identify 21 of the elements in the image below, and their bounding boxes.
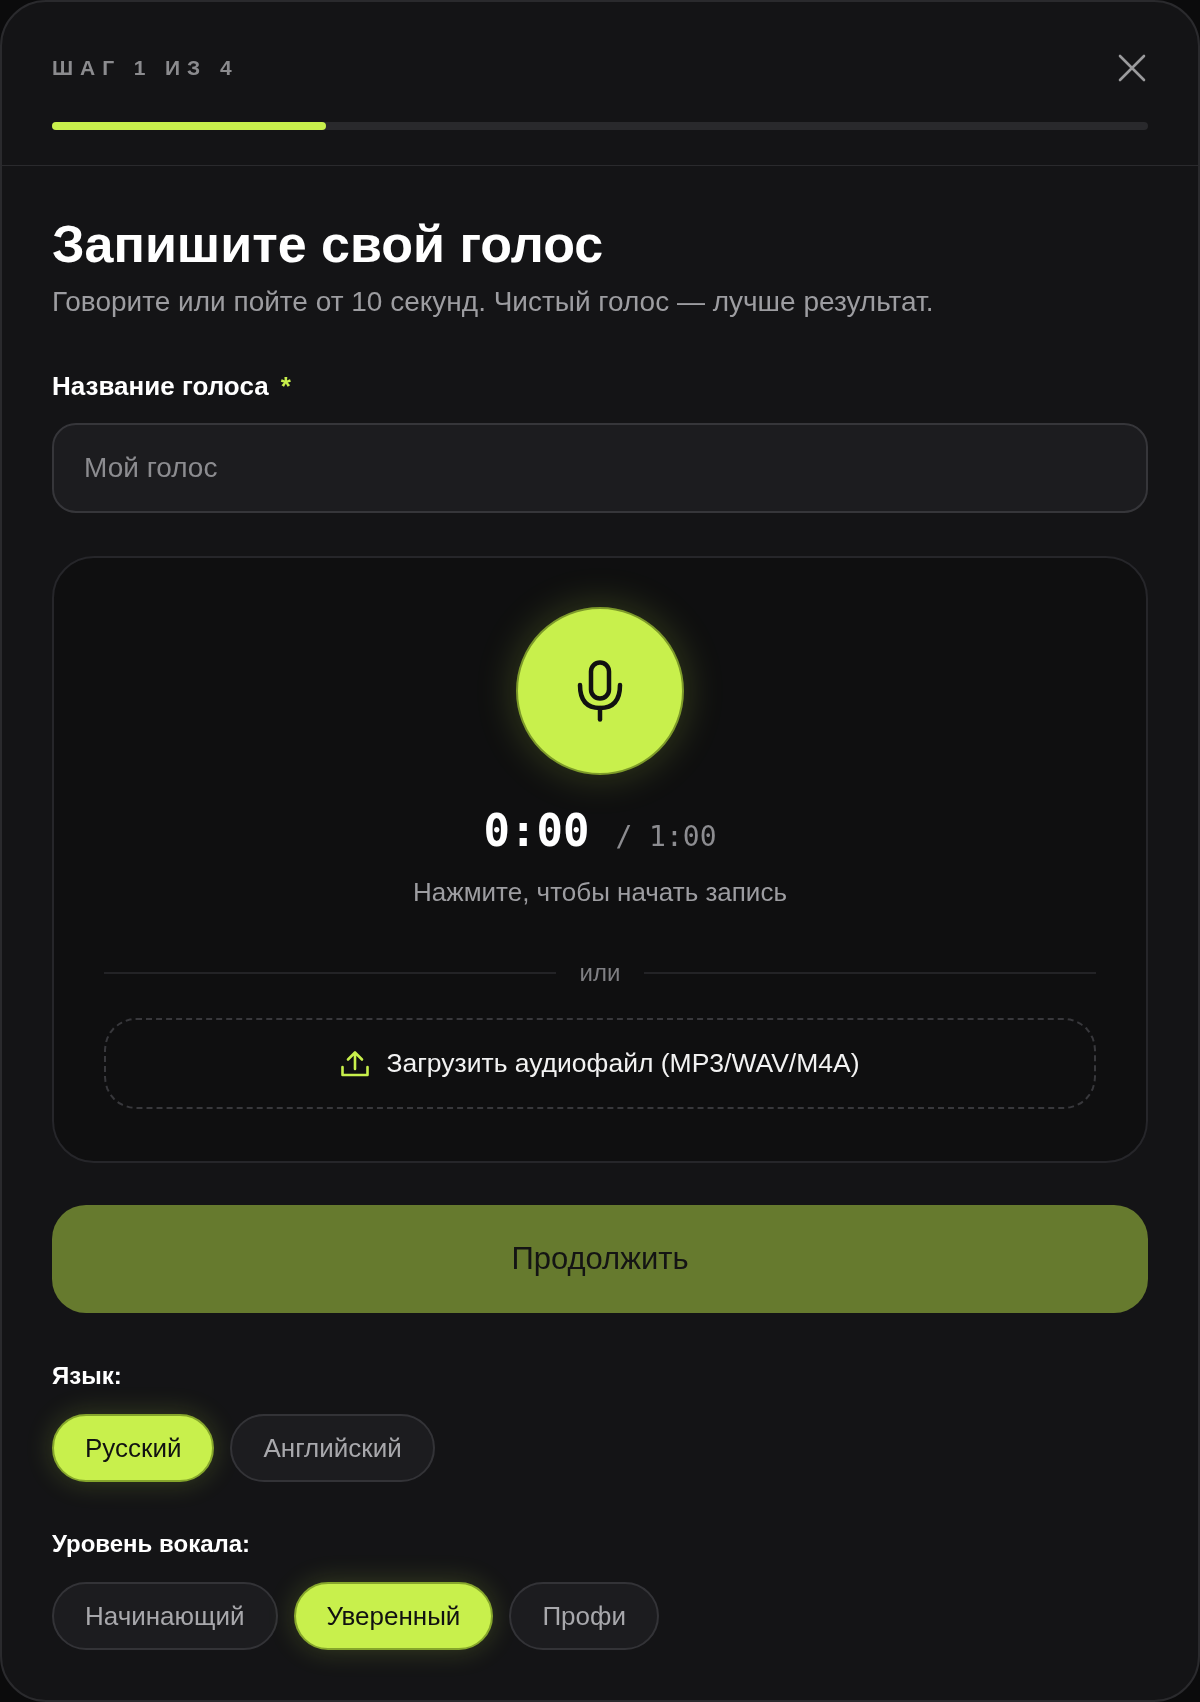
microphone-icon <box>577 660 623 722</box>
language-label: Язык: <box>52 1361 123 1391</box>
required-mark: * <box>280 370 291 402</box>
page-title: Запишите свой голос <box>52 214 605 274</box>
time-limit: / 1:00 <box>615 820 717 853</box>
vocal-level-option[interactable]: Уверенный <box>293 1582 494 1650</box>
voice-name-input[interactable]: Мой голос <box>52 423 1148 513</box>
vocal-level-label: Уровень вокала: <box>52 1529 252 1559</box>
elapsed-time: 0:00 <box>483 804 590 858</box>
language-option[interactable]: Русский <box>52 1414 215 1482</box>
divider-label: или <box>579 959 621 987</box>
language-option[interactable]: Английский <box>230 1414 435 1482</box>
close-icon[interactable] <box>1118 54 1146 82</box>
page-subtitle: Говорите или пойте от 10 секунд. Чистый голос — лучше результат. <box>52 285 935 319</box>
field-label: Название голоса <box>52 370 269 402</box>
upload-icon <box>340 1049 371 1078</box>
upload-button[interactable]: Загрузить аудиофайл (MP3/WAV/M4A) <box>104 1018 1096 1109</box>
step-indicator: ШАГ 1 ИЗ 4 <box>52 56 239 80</box>
vocal-level-option[interactable]: Профи <box>509 1582 659 1650</box>
vocal-level-option[interactable]: Начинающий <box>52 1582 278 1650</box>
record-hint: Нажмите, чтобы начать запись <box>413 876 787 909</box>
